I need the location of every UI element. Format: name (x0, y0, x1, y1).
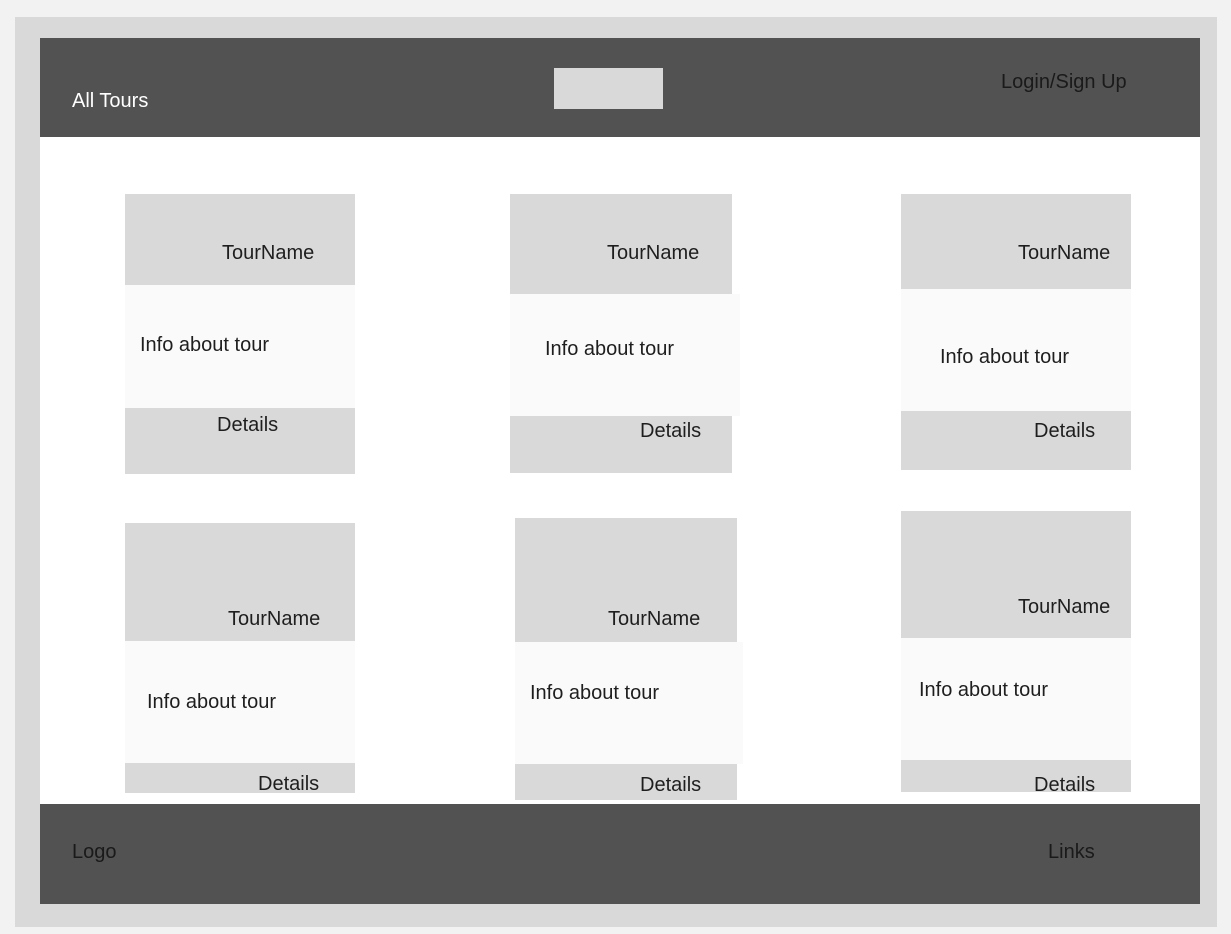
details-label: Details (640, 774, 702, 796)
all-tours-link[interactable]: All Tours (72, 89, 148, 113)
tour-info: Info about tour (530, 682, 659, 704)
tour-name: TourName (222, 242, 315, 264)
tour-card-info: Info about tour (901, 289, 1131, 411)
tour-name: TourName (608, 608, 701, 630)
details-button[interactable]: Details (125, 763, 355, 795)
details-label: Details (640, 420, 702, 442)
header-logo-placeholder[interactable] (554, 68, 663, 109)
tour-card: TourName Info about tour Details (510, 194, 740, 474)
details-button[interactable]: Details (510, 416, 732, 473)
tour-name: TourName (1018, 242, 1111, 264)
details-button[interactable]: Details (901, 411, 1131, 470)
tour-card-info: Info about tour (125, 641, 355, 763)
details-label: Details (1034, 774, 1096, 796)
header: All Tours Login/Sign Up (40, 38, 1200, 137)
tour-card-info: Info about tour (125, 285, 355, 408)
tour-info: Info about tour (140, 334, 269, 356)
tour-card-header: TourName (901, 511, 1131, 638)
tour-card: TourName Info about tour Details (125, 523, 355, 795)
details-button[interactable]: Details (125, 408, 355, 474)
tour-info: Info about tour (919, 679, 1048, 701)
tour-card-header: TourName (125, 523, 355, 641)
footer: Logo Links (40, 804, 1200, 904)
details-button[interactable]: Details (901, 760, 1131, 796)
tour-info: Info about tour (940, 346, 1069, 368)
tour-info: Info about tour (147, 691, 276, 713)
tour-info: Info about tour (545, 338, 674, 360)
details-label: Details (258, 773, 320, 795)
details-label: Details (1034, 420, 1096, 442)
page: All Tours Login/Sign Up TourName Info ab… (40, 38, 1200, 904)
details-button[interactable]: Details (515, 764, 737, 800)
tour-card-info: Info about tour (901, 638, 1131, 760)
tour-card-header: TourName (510, 194, 732, 294)
tour-card: TourName Info about tour Details (901, 194, 1131, 470)
tour-card-header: TourName (515, 518, 737, 642)
tour-card-info: Info about tour (515, 642, 743, 764)
footer-links[interactable]: Links (1048, 840, 1095, 864)
tour-name: TourName (1018, 596, 1111, 618)
tour-card-header: TourName (125, 194, 355, 285)
login-signup-link[interactable]: Login/Sign Up (1001, 70, 1127, 94)
tour-card: TourName Info about tour Details (125, 194, 355, 474)
details-label: Details (217, 414, 279, 436)
tour-card: TourName Info about tour Details (901, 511, 1131, 796)
tour-card: TourName Info about tour Details (515, 518, 745, 800)
tour-name: TourName (607, 242, 700, 264)
tour-name: TourName (228, 608, 321, 630)
footer-logo: Logo (72, 841, 117, 863)
tour-card-info: Info about tour (510, 294, 740, 416)
tour-card-header: TourName (901, 194, 1131, 289)
